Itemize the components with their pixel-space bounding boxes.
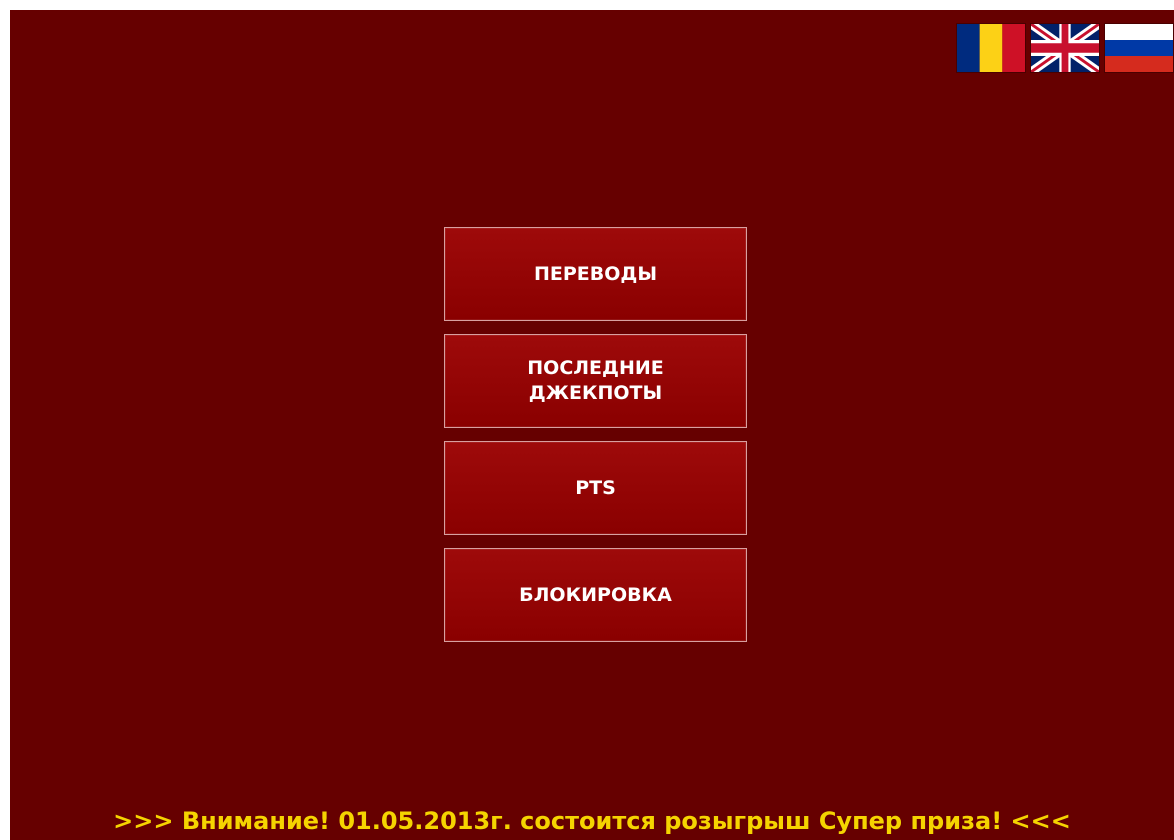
blocking-button-label: БЛОКИРОВКА [519, 583, 672, 606]
blocking-button[interactable]: БЛОКИРОВКА [444, 548, 747, 642]
transfers-button[interactable]: ПЕРЕВОДЫ [444, 227, 747, 321]
language-selector [956, 23, 1174, 73]
russia-flag-icon[interactable] [1104, 23, 1174, 73]
romania-flag-icon[interactable] [956, 23, 1026, 73]
pts-button[interactable]: PTS [444, 441, 747, 535]
main-menu: ПЕРЕВОДЫ ПОСЛЕДНИЕ ДЖЕКПОТЫ PTS БЛОКИРОВ… [444, 227, 747, 642]
last-jackpots-button-label: ПОСЛЕДНИЕ ДЖЕКПОТЫ [527, 357, 664, 404]
transfers-button-label: ПЕРЕВОДЫ [533, 262, 658, 285]
last-jackpots-button[interactable]: ПОСЛЕДНИЕ ДЖЕКПОТЫ [444, 334, 747, 428]
announcement-ticker: >>> Внимание! 01.05.2013г. состоится роз… [113, 807, 1071, 835]
uk-flag-icon[interactable] [1030, 23, 1100, 73]
main-screen: ПЕРЕВОДЫ ПОСЛЕДНИЕ ДЖЕКПОТЫ PTS БЛОКИРОВ… [10, 10, 1174, 840]
pts-button-label: PTS [575, 476, 616, 499]
